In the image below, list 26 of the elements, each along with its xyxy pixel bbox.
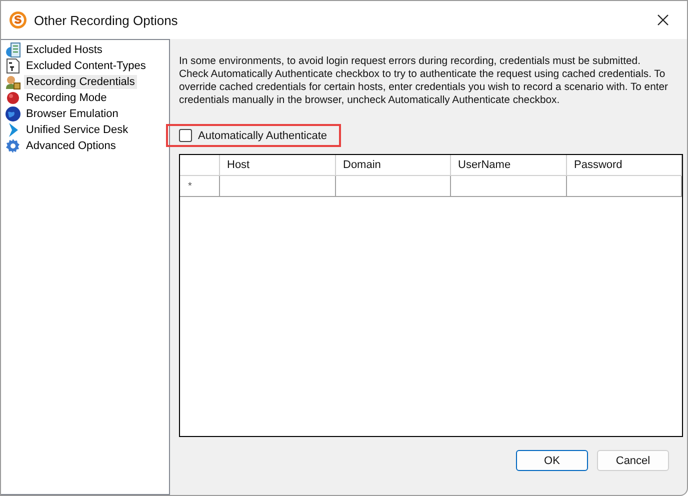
sidebar-item[interactable]: Advanced Options <box>24 139 118 153</box>
user-lock-icon <box>5 74 21 90</box>
gear-icon <box>5 138 21 154</box>
cancel-button[interactable]: Cancel <box>597 450 669 471</box>
sidebar-item[interactable]: Unified Service Desk <box>24 123 130 137</box>
checkbox[interactable] <box>179 129 192 142</box>
table-cell[interactable] <box>451 176 567 197</box>
ok-button[interactable]: OK <box>516 450 588 471</box>
sidebar-item[interactable]: Recording Credentials <box>24 75 137 89</box>
window-title: Other Recording Options <box>34 12 179 28</box>
server-list-icon <box>5 42 21 58</box>
record-icon <box>5 90 21 106</box>
table-cell[interactable] <box>336 176 451 197</box>
sidebar-item[interactable]: Recording Mode <box>24 91 109 105</box>
sidebar-item[interactable]: Excluded Hosts <box>24 43 104 57</box>
corner-header[interactable] <box>180 155 220 176</box>
table-cell[interactable] <box>220 176 336 197</box>
sidebar-item[interactable]: Browser Emulation <box>24 107 120 121</box>
table-cell[interactable] <box>567 176 682 197</box>
close-icon[interactable] <box>657 14 669 26</box>
globe-icon <box>5 106 21 122</box>
checkbox-label[interactable]: Automatically Authenticate <box>198 130 328 142</box>
app-logo-icon <box>9 11 27 29</box>
document-icon <box>5 58 21 74</box>
sidebar-item[interactable]: Excluded Content-Types <box>24 59 148 73</box>
description-text: In some environments, to avoid login request errors during recording, credentials must be submitted. Check Automatically Authenticate checkbox to try to authenticate the request using cached credentials. To override cached credentials for certain hosts, enter credentials you wish to record a scenario with. To enter credentials manually in the browser, uncheck Automatically Authenticate checkbox. <box>179 55 669 107</box>
